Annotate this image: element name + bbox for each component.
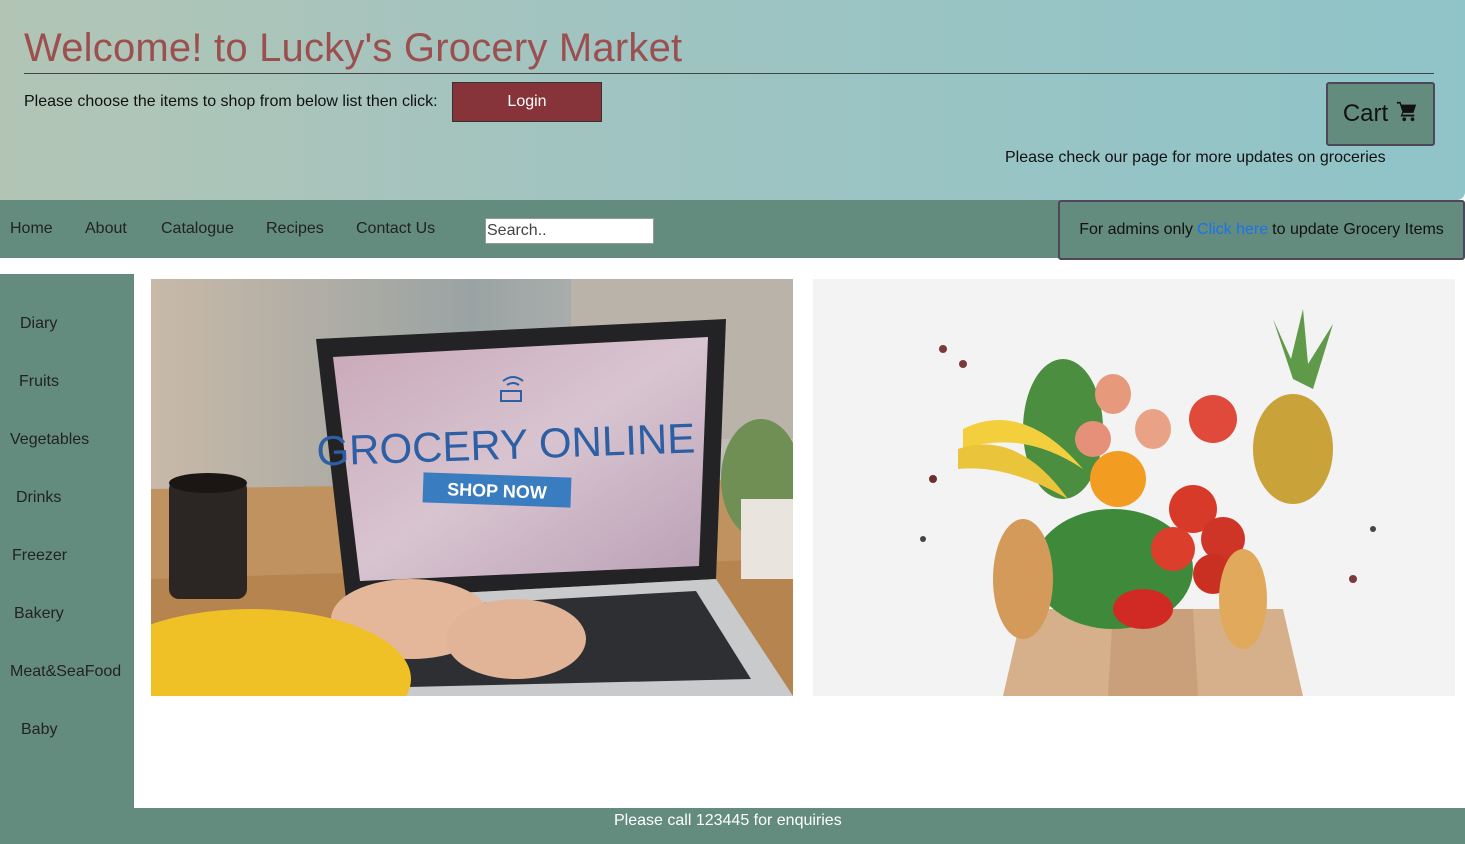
category-sidebar: Diary Fruits Vegetables Drinks Freezer B… (0, 274, 134, 844)
admin-update-link[interactable]: Click here (1197, 221, 1268, 239)
nav-about[interactable]: About (85, 220, 127, 238)
nav-recipes[interactable]: Recipes (266, 220, 324, 238)
laptop-button-text: SHOP NOW (447, 479, 547, 502)
admin-prefix-text: For admins only (1079, 221, 1194, 238)
sidebar-item-fruits[interactable]: Fruits (19, 373, 59, 391)
sidebar-item-diary[interactable]: Diary (20, 315, 57, 333)
footer-contact-text: Please call 123445 for enquiries (614, 812, 842, 829)
sidebar-item-vegetables[interactable]: Vegetables (10, 431, 89, 449)
admin-suffix-text: to update Grocery Items (1272, 221, 1444, 238)
title-divider (24, 73, 1434, 74)
footer-bar: Please call 123445 for enquiries (134, 808, 1465, 844)
grocery-online-laptop-image: GROCERY ONLINE SHOP NOW (151, 279, 793, 696)
admin-notice: For admins only Click here to update Gro… (1058, 200, 1465, 260)
nav-home[interactable]: Home (10, 220, 53, 238)
groceries-bag-image (813, 279, 1455, 696)
sidebar-item-meat-seafood[interactable]: Meat&SeaFood (10, 663, 121, 681)
header-banner: Welcome! to Lucky's Grocery Market Pleas… (0, 0, 1465, 200)
sidebar-item-drinks[interactable]: Drinks (16, 489, 61, 507)
nav-contact-us[interactable]: Contact Us (356, 220, 435, 238)
shop-instruction-text: Please choose the items to shop from bel… (24, 93, 438, 110)
login-button[interactable]: Login (452, 82, 602, 122)
nav-catalogue[interactable]: Catalogue (161, 220, 234, 238)
page-title: Welcome! to Lucky's Grocery Market (24, 26, 683, 70)
sidebar-item-baby[interactable]: Baby (21, 721, 57, 739)
sidebar-item-freezer[interactable]: Freezer (12, 547, 67, 565)
cart-button[interactable]: Cart (1326, 82, 1435, 146)
cart-label: Cart (1342, 100, 1389, 127)
updates-notice: Please check our page for more updates o… (1005, 149, 1386, 166)
sidebar-item-bakery[interactable]: Bakery (14, 605, 64, 623)
search-input[interactable] (485, 218, 654, 244)
shopping-cart-icon (1396, 100, 1418, 129)
